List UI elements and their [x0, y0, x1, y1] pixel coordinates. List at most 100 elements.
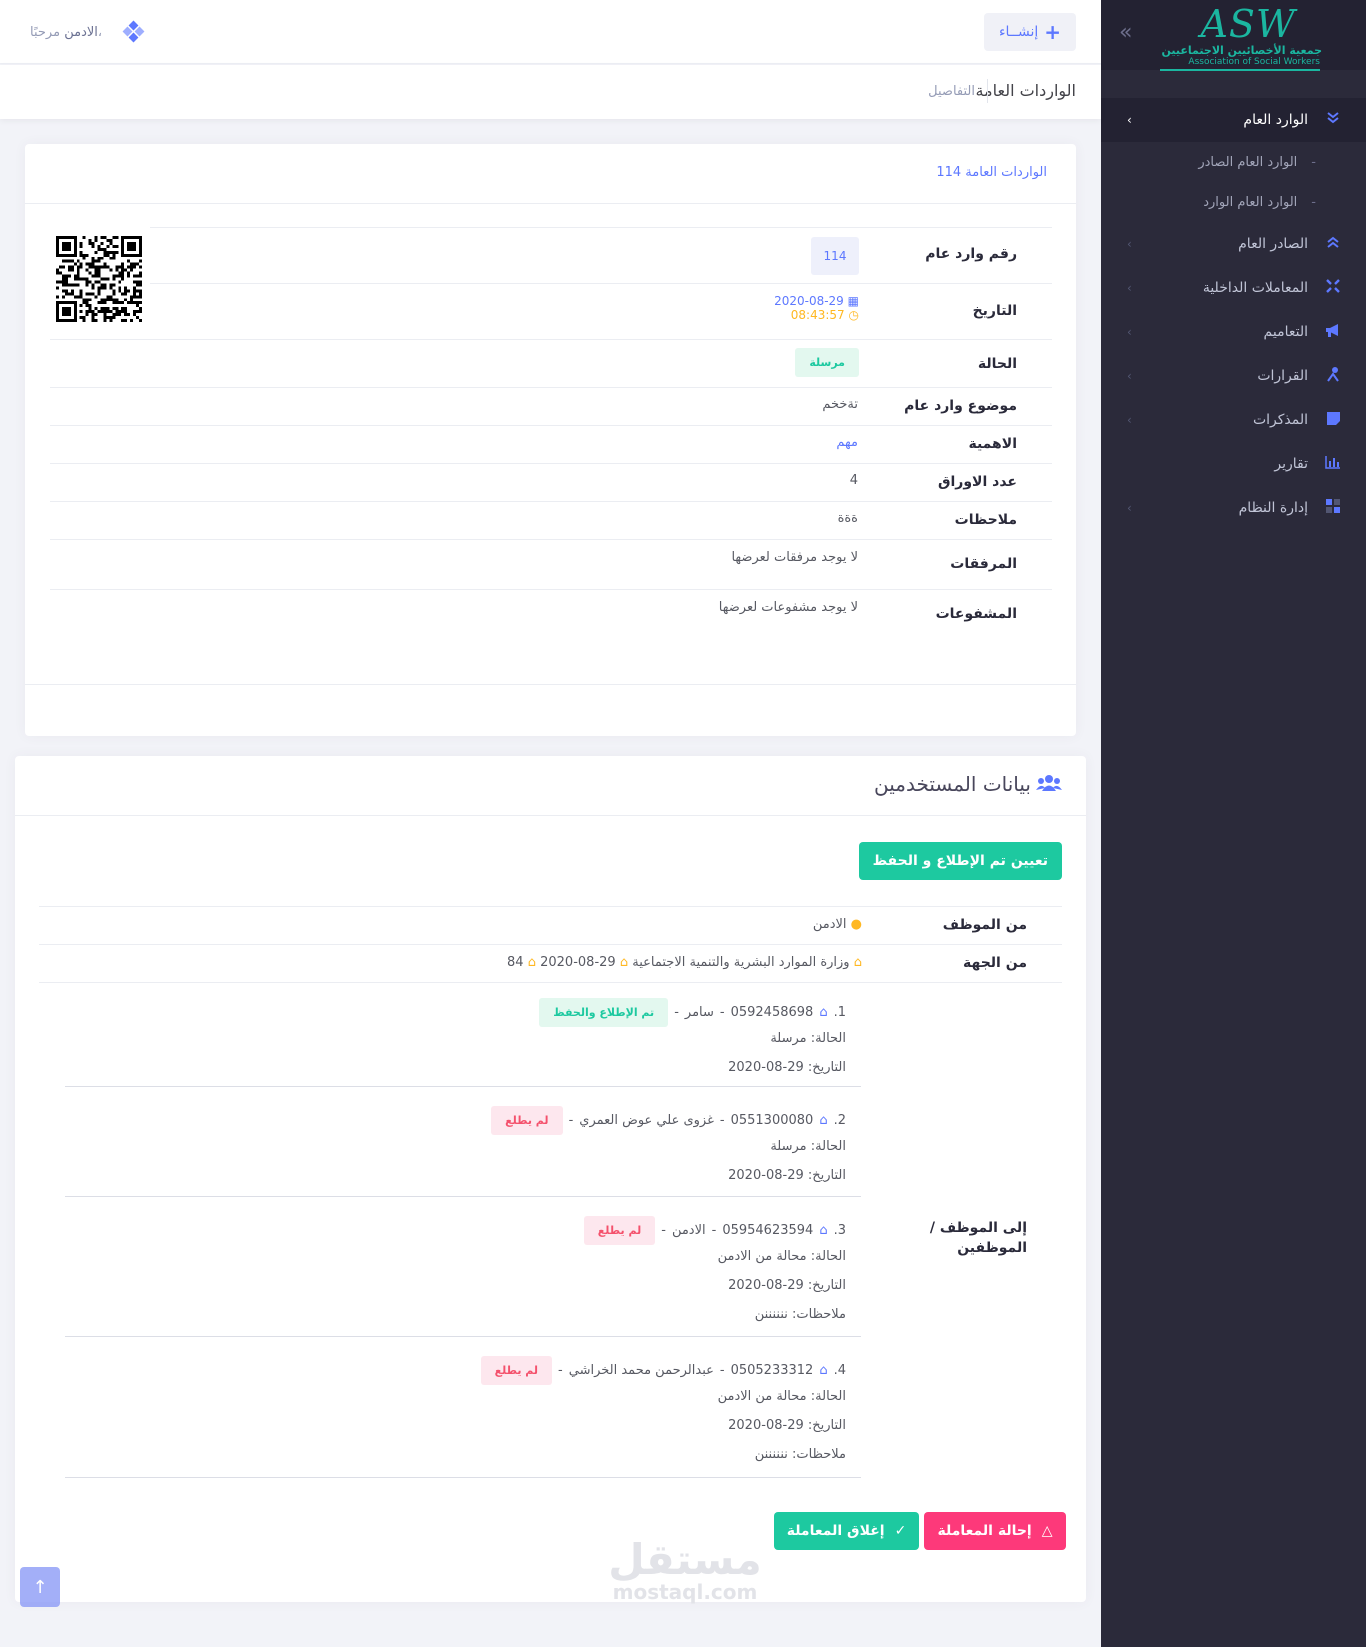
home-icon: ⌂ — [853, 955, 862, 970]
sidebar-item-general-outgoing[interactable]: الصادر العام ‹ — [1101, 222, 1366, 266]
users-icon — [1036, 774, 1062, 797]
sidebar-item-label: الصادر العام — [1238, 236, 1308, 252]
arrows-icon — [1322, 278, 1344, 298]
home-icon: ⌂ — [819, 1223, 828, 1238]
details-card-title: الواردات العامة 114 — [936, 165, 1047, 180]
recipient-phone: 05954623594 — [722, 1223, 814, 1238]
chevron-left-icon: ‹ — [1127, 325, 1132, 339]
sidebar-subitem-label: الوارد العام الوارد — [1203, 194, 1298, 210]
from-employee-label: من الموظف — [942, 917, 1027, 933]
scans-value: لا يوجد مشفوعات لعرضها — [718, 600, 858, 615]
logo-underline — [1160, 69, 1320, 71]
close-label: إغلاق المعاملة — [786, 1523, 885, 1539]
date-time-value: 2020-08-29 ▦ 08:43:57 ◷ — [774, 294, 859, 322]
brand-bar: « ASW جمعية الأخصائيين الاجتماعيين Assoc… — [1101, 0, 1366, 71]
chevron-left-icon: ‹ — [1127, 281, 1132, 295]
recipient-item: 1. ⌂ 0592458698 - سامر - تم الإطلاع والح… — [46, 998, 846, 1075]
recipient-line: 3. ⌂ 05954623594 - الادمن - لم يطلع — [46, 1216, 846, 1245]
recipient-index: 2. — [833, 1113, 846, 1128]
page-description: التفاصيل — [928, 84, 975, 99]
recipient-phone: 0551300080 — [730, 1113, 814, 1128]
sidebar-menu: الوارد العام ‹ - الوارد العام الصادر - ا… — [1101, 70, 1366, 530]
sidebar-item-memos[interactable]: المذكرات ‹ — [1101, 398, 1366, 442]
detail-label: المرفقات — [950, 556, 1017, 572]
user-menu-icon[interactable] — [122, 20, 145, 43]
sidebar-item-decisions[interactable]: القرارات ‹ — [1101, 354, 1366, 398]
create-button-label: إنشــاء — [998, 24, 1039, 40]
recipient-item: 4. ⌂ 0505233312 - عبدالرحمن محمد الخراشي… — [46, 1356, 846, 1462]
calendar-icon: ▦ — [847, 294, 859, 308]
assign-read-save-button[interactable]: تعيين تم الإطلاع و الحفظ — [858, 842, 1062, 880]
recipient-status-badge: تم الإطلاع والحفظ — [539, 998, 669, 1027]
page-title: الواردات العامة — [975, 81, 1076, 100]
time-value: 08:43:57 — [790, 308, 845, 322]
sidebar-item-internal[interactable]: المعاملات الداخلية ‹ — [1101, 266, 1366, 310]
user-area[interactable]: الادمن مرحبًا، — [30, 20, 145, 43]
double-chevron-down-icon — [1322, 111, 1344, 129]
home-icon: ⌂ — [527, 955, 536, 970]
sidebar-item-general-incoming[interactable]: الوارد العام ‹ — [1101, 98, 1366, 142]
sidebar-toggle-icon[interactable]: « — [1119, 20, 1132, 45]
plus-icon: + — [1044, 20, 1062, 44]
recipient-divider — [65, 1086, 861, 1087]
pages-value: 4 — [849, 473, 858, 488]
sidebar-item-system-admin[interactable]: إدارة النظام ‹ — [1101, 486, 1366, 530]
watermark: مستقل mostaql.com — [600, 1535, 770, 1604]
attachments-value: لا يوجد مرفقات لعرضها — [731, 550, 858, 565]
create-button[interactable]: + إنشــاء — [984, 13, 1076, 51]
to-employees-row — [39, 982, 1062, 983]
sidebar-subitem-incoming-incoming[interactable]: - الوارد العام الوارد — [1101, 182, 1366, 222]
home-icon: ⌂ — [819, 1005, 828, 1020]
recipient-notes: ملاحظات: ننننننن — [754, 1447, 846, 1462]
recipient-notes: ملاحظات: ننننننن — [754, 1307, 846, 1322]
top-header: + إنشــاء الادمن مرحبًا، — [0, 0, 1101, 64]
recipient-divider — [65, 1477, 861, 1478]
detail-label: الحالة — [977, 356, 1017, 372]
detail-row-number: رقم وارد عام 114 — [150, 227, 1052, 283]
home-icon: ⌂ — [819, 1113, 828, 1128]
sidebar-item-label: التعاميم — [1263, 324, 1308, 340]
recipient-index: 1. — [833, 1005, 846, 1020]
from-entity-row: من الجهة ⌂ وزارة الموارد البشرية والتنمي… — [39, 944, 1062, 982]
recipient-status: الحالة: محالة من الادمن — [717, 1249, 846, 1264]
detail-label: المشفوعات — [935, 606, 1017, 622]
recipient-date: التاريخ: 29-08-2020 — [728, 1278, 846, 1293]
from-entity-label: من الجهة — [962, 955, 1027, 971]
subject-value: تةخخم — [822, 397, 858, 412]
sidebar-subitem-incoming-outgoing[interactable]: - الوارد العام الصادر — [1101, 142, 1366, 182]
home-icon: ⌂ — [819, 1363, 828, 1378]
username: الادمن — [64, 24, 98, 40]
detail-row-subject: موضوع وارد عام تةخخم — [50, 387, 1052, 425]
watermark-arabic: مستقل — [608, 1535, 762, 1584]
bullet-dash: - — [1311, 194, 1316, 210]
detail-row-pages: عدد الاوراق 4 — [50, 463, 1052, 501]
recipient-divider — [65, 1336, 861, 1337]
scroll-top-button[interactable]: ↑ — [20, 1567, 60, 1607]
details-card: الواردات العامة 114 رقم وارد عام 114 الت… — [25, 144, 1076, 736]
qr-code — [56, 236, 142, 322]
detail-label: التاريخ — [972, 303, 1017, 319]
logo[interactable]: ASW جمعية الأخصائيين الاجتماعيين Associa… — [1146, 2, 1326, 71]
logo-arabic: جمعية الأخصائيين الاجتماعيين — [1161, 44, 1322, 57]
logo-english: Association of Social Workers — [1188, 57, 1320, 67]
number-badge: 114 — [811, 237, 859, 275]
recipient-name: غزوى علي عوض العمري — [579, 1113, 714, 1128]
arrow-up-icon: ↑ — [32, 1576, 48, 1598]
users-card-title: بيانات المستخدمين — [873, 772, 1031, 796]
sidebar-item-circulars[interactable]: التعاميم ‹ — [1101, 310, 1366, 354]
detail-row-notes: ملاحظات ةةة — [50, 501, 1052, 539]
detail-row-status: الحالة مرسلة — [50, 339, 1052, 387]
close-transaction-button[interactable]: ✓ إغلاق المعاملة — [774, 1512, 919, 1550]
recipient-status-badge: لم يطلع — [480, 1356, 553, 1385]
refer-transaction-button[interactable]: △ إحالة المعاملة — [924, 1512, 1066, 1550]
chevron-left-icon: ‹ — [1127, 369, 1132, 383]
double-chevron-up-icon — [1322, 235, 1344, 253]
sidebar-subitem-label: الوارد العام الصادر — [1198, 154, 1298, 170]
sidebar-item-reports[interactable]: تقارير — [1101, 442, 1366, 486]
sidebar-item-label: المعاملات الداخلية — [1202, 280, 1308, 296]
sidebar-item-label: القرارات — [1257, 368, 1308, 384]
megaphone-icon — [1322, 322, 1344, 342]
users-card: بيانات المستخدمين تعيين تم الإطلاع و الح… — [15, 756, 1086, 1602]
recipient-date: التاريخ: 29-08-2020 — [728, 1168, 846, 1183]
from-entity-value: ⌂ وزارة الموارد البشرية والتنمية الاجتما… — [507, 955, 862, 970]
